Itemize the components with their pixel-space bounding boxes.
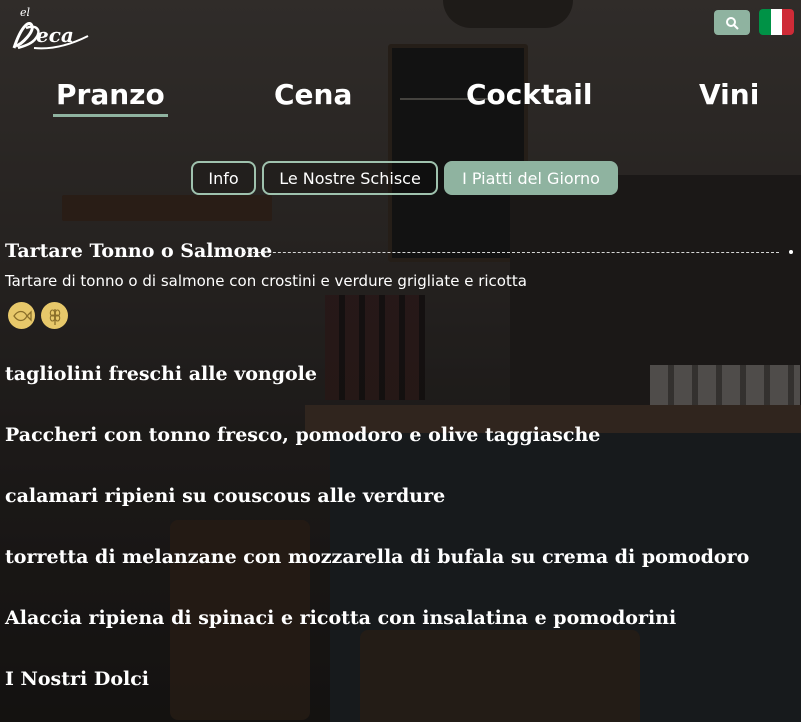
tab-i-piatti-del-giorno[interactable]: I Piatti del Giorno <box>444 161 618 195</box>
search-icon <box>726 16 739 30</box>
dish-description: Tartare di tonno o di salmone con crosti… <box>5 272 527 290</box>
nav-vini[interactable]: Vini <box>699 78 759 111</box>
dish-title-featured: Tartare Tonno o Salmone <box>5 240 273 262</box>
menu-item-dolci[interactable]: I Nostri Dolci <box>5 668 149 690</box>
svg-text:el: el <box>20 6 31 19</box>
nav-cena[interactable]: Cena <box>274 78 352 111</box>
wheat-icon <box>41 302 68 329</box>
nav-pranzo[interactable]: Pranzo <box>53 78 168 117</box>
flag-stripe-white <box>770 9 783 35</box>
main-nav: Pranzo Cena Cocktail Vini <box>0 78 801 126</box>
language-flag-italian[interactable] <box>759 9 794 35</box>
flag-stripe-red <box>782 9 794 35</box>
dotted-leader <box>243 252 779 253</box>
menu-item: calamari ripieni su couscous alle verdur… <box>5 485 446 507</box>
nav-cocktail[interactable]: Cocktail <box>466 78 592 111</box>
leader-dot <box>789 250 793 254</box>
flag-stripe-green <box>759 9 771 35</box>
logo-mark: el eca <box>12 6 89 50</box>
tab-le-nostre-schisce[interactable]: Le Nostre Schisce <box>262 161 438 195</box>
logo[interactable]: el eca <box>8 4 90 54</box>
menu-item: Alaccia ripiena di spinaci e ricotta con… <box>5 607 677 629</box>
menu-item: Paccheri con tonno fresco, pomodoro e ol… <box>5 424 601 446</box>
menu-item: torretta di melanzane con mozzarella di … <box>5 546 750 568</box>
allergen-list <box>8 302 68 329</box>
tab-info[interactable]: Info <box>191 161 256 195</box>
menu-item: tagliolini freschi alle vongole <box>5 363 317 385</box>
sub-tabs: Info Le Nostre Schisce I Piatti del Gior… <box>0 161 801 197</box>
search-button[interactable] <box>714 10 750 35</box>
fish-icon <box>8 302 35 329</box>
